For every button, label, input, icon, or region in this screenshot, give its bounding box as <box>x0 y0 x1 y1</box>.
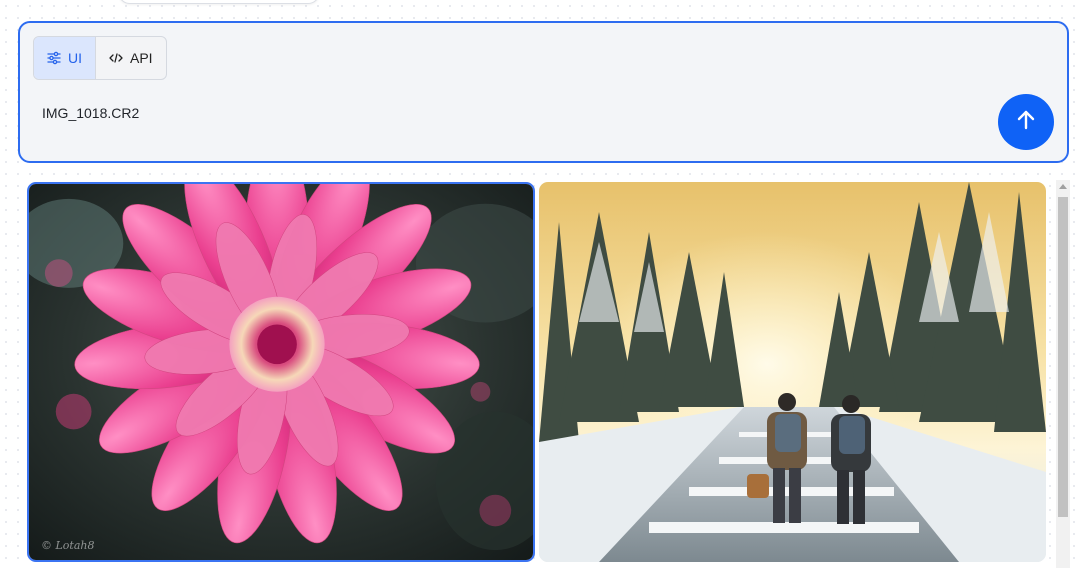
mode-toggle: UI API <box>33 36 167 80</box>
ui-mode-button[interactable]: UI <box>34 37 96 79</box>
prompt-input[interactable]: IMG_1018.CR2 <box>42 105 139 121</box>
api-mode-label: API <box>130 50 153 66</box>
sliders-icon <box>47 51 61 65</box>
arrow-up-icon <box>1015 109 1037 136</box>
flower-image <box>29 184 533 560</box>
api-mode-button[interactable]: API <box>96 37 166 79</box>
gallery-image-snow-road[interactable] <box>539 182 1046 562</box>
scrollbar-thumb[interactable] <box>1058 197 1068 517</box>
gallery-scrollbar[interactable] <box>1056 180 1070 568</box>
prompt-card: UI API IMG_1018.CR2 <box>18 21 1069 163</box>
image-gallery: © Lotah8 <box>27 182 1047 564</box>
submit-button[interactable] <box>998 94 1054 150</box>
snow-road-image <box>539 182 1046 562</box>
gallery-image-flower[interactable]: © Lotah8 <box>27 182 535 562</box>
ui-mode-label: UI <box>68 50 82 66</box>
scroll-up-icon[interactable] <box>1059 184 1067 189</box>
watermark: © Lotah8 <box>41 539 95 552</box>
top-pill <box>118 0 320 4</box>
code-icon <box>109 51 123 65</box>
